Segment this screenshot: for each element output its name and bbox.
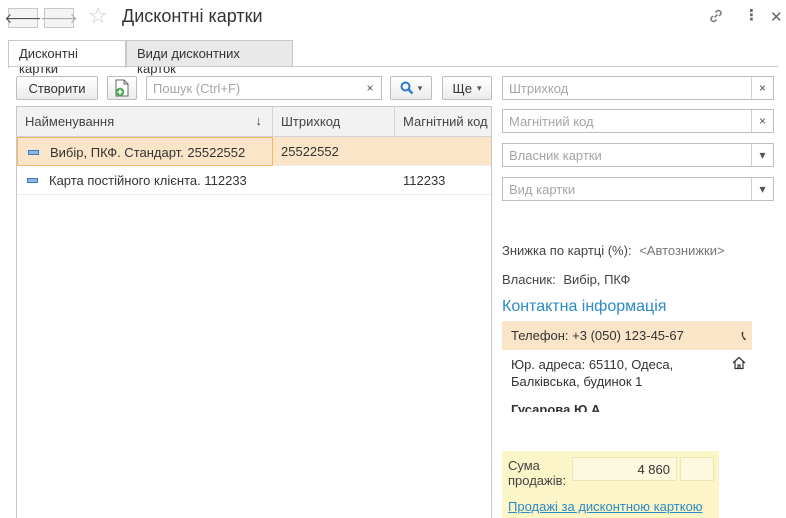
search-icon (400, 81, 414, 95)
forward-button[interactable]: 🡒 (40, 8, 78, 28)
table-row[interactable]: Вибір, ПКФ. Стандарт. 25522552 25522552 (17, 137, 491, 166)
link-icon[interactable] (708, 8, 724, 28)
search-button[interactable]: ▾ (390, 76, 432, 100)
row-name-cell: Карта постійного клієнта. 112233 (17, 166, 273, 195)
type-filter-select[interactable]: Вид картки ▾ (502, 177, 774, 201)
arrow-left-icon: 🡐 (4, 9, 42, 26)
magnetic-filter-input[interactable]: Магнітний код × (502, 109, 774, 133)
sales-value: 4 860 (572, 457, 677, 481)
barcode-clear-button[interactable]: × (751, 77, 773, 99)
tab-discount-cards[interactable]: Дисконтні картки (8, 40, 126, 76)
table-header: Найменування ↓ Штрихкод Магнітний код (17, 107, 491, 137)
close-icon[interactable]: ✕ (770, 8, 783, 26)
chevron-down-icon: ▾ (417, 82, 423, 93)
row-name-cell: Вибір, ПКФ. Стандарт. 25522552 (17, 137, 273, 166)
row-barcode-cell: 25522552 (281, 144, 339, 159)
contact-info-title: Контактна інформація (502, 298, 667, 315)
column-header-name[interactable]: Найменування ↓ (17, 107, 273, 137)
contact-address[interactable]: Юр. адреса: 65110, Одеса, Балківська, бу… (502, 350, 752, 390)
sales-label: Сума продажів: (508, 458, 567, 488)
search-input[interactable]: Пошук (Ctrl+F) × (146, 76, 382, 100)
create-copy-button[interactable] (107, 76, 137, 100)
column-header-magnetic[interactable]: Магнітний код (395, 107, 491, 137)
more-vertical-icon[interactable]: ⋮ (744, 6, 759, 24)
search-clear-button[interactable]: × (359, 77, 381, 99)
home-icon[interactable] (732, 356, 746, 374)
more-button[interactable]: Ще ▾ (442, 76, 492, 100)
discount-info: Знижка по картці (%): <Автознижки> (502, 243, 725, 258)
card-icon (27, 178, 38, 183)
back-button[interactable]: 🡐 (4, 8, 42, 28)
phone-icon[interactable]: 📞︎ (741, 327, 746, 344)
star-icon[interactable]: ☆ (88, 3, 108, 29)
owner-info: Власник: Вибір, ПКФ (502, 272, 631, 287)
column-header-barcode[interactable]: Штрихкод (273, 107, 395, 137)
contact-phone[interactable]: Телефон: +3 (050) 123-45-67 📞︎ (502, 321, 752, 350)
sales-panel: Сума продажів: 4 860 Продажі за дисконтн… (502, 451, 719, 518)
row-magnetic-cell: 112233 (403, 173, 446, 188)
discount-value[interactable]: <Автознижки> (639, 243, 724, 258)
chevron-down-icon: ▾ (476, 82, 482, 93)
create-button[interactable]: Створити (16, 76, 98, 100)
row-magnetic-cell (395, 137, 491, 166)
table-row[interactable]: Карта постійного клієнта. 112233 112233 (17, 166, 491, 195)
card-icon (28, 150, 39, 155)
row-barcode-cell (273, 166, 395, 195)
sales-by-card-link[interactable]: Продажі за дисконтною карткою (508, 499, 703, 514)
tab-card-types[interactable]: Види дисконтних карток (126, 40, 293, 76)
owner-filter-select[interactable]: Власник картки ▾ (502, 143, 774, 167)
sort-arrow-icon: ↓ (255, 113, 263, 128)
cards-table[interactable]: Найменування ↓ Штрихкод Магнітний код Ви… (16, 106, 492, 518)
add-document-icon (115, 79, 129, 97)
arrow-right-icon: 🡒 (40, 9, 78, 26)
contact-person: Гусарова Ю.А. (511, 402, 604, 412)
magnetic-clear-button[interactable]: × (751, 110, 773, 132)
barcode-filter-input[interactable]: Штрихкод × (502, 76, 774, 100)
sales-currency-field (680, 457, 714, 481)
owner-value: Вибір, ПКФ (563, 272, 631, 287)
page-title: Дисконтні картки (122, 6, 263, 26)
type-dropdown-button[interactable]: ▾ (751, 178, 773, 200)
tab-divider (8, 66, 778, 67)
owner-dropdown-button[interactable]: ▾ (751, 144, 773, 166)
